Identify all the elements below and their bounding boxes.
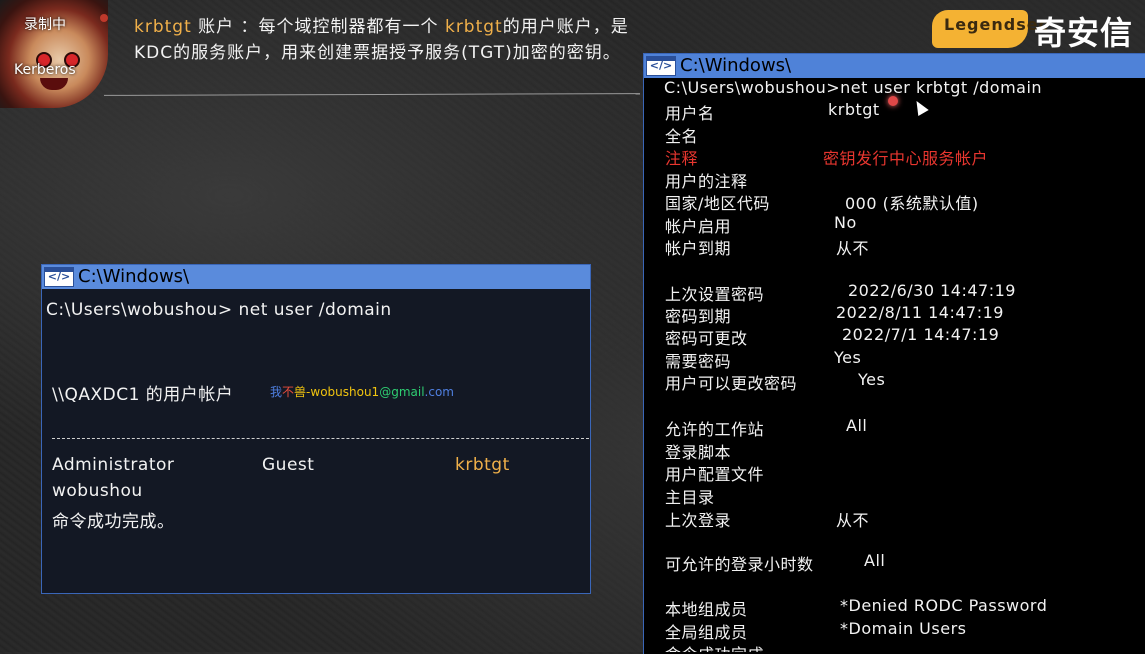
row-val: 密钥发行中心服务帐户 — [823, 149, 989, 168]
click-indicator-icon — [888, 96, 898, 106]
row-key: 帐户启用 — [665, 217, 732, 236]
row-key: 注释 — [665, 149, 699, 168]
row-key: 密码可更改 — [665, 329, 748, 348]
right-command: C:\Users\wobushou>net user krbtgt /domai… — [664, 78, 1043, 97]
email-part: @gmail — [379, 385, 425, 399]
row-key: 用户可以更改密码 — [665, 374, 798, 393]
row-key: 需要密码 — [665, 352, 732, 371]
row-val: 2022/8/11 14:47:19 — [836, 303, 1004, 322]
left-terminal-title: C:\Windows\ — [78, 266, 190, 287]
avatar-caption: Kerberos — [14, 62, 76, 78]
row-val: krbtgt — [828, 100, 880, 119]
row-val: Yes — [858, 370, 886, 389]
watermark-email: 我不兽-wobushou1@gmail.com — [270, 383, 454, 400]
intro-divider — [103, 93, 641, 96]
right-terminal-titlebar[interactable]: </> C:\Windows\ — [644, 54, 1145, 78]
account-guest: Guest — [262, 455, 315, 475]
logo-name: 奇安信 — [1034, 14, 1134, 52]
intro-text: krbtgt 账户 ：每个域控制器都有一个 krbtgt的用户账户，是 KDC的… — [134, 14, 634, 66]
intro-keyword-1: krbtgt — [134, 17, 192, 37]
email-part: 兽 — [294, 385, 307, 399]
account-wobushou: wobushou — [52, 481, 143, 501]
left-header: \\QAXDC1 的用户帐户 — [52, 385, 234, 405]
recording-dot-icon — [100, 14, 108, 22]
left-terminal-body — [42, 289, 590, 593]
intro-keyword-2: krbtgt — [444, 17, 503, 37]
code-icon: </> — [44, 267, 74, 287]
row-key: 密码到期 — [665, 307, 732, 326]
qianxin-logo: Legendsec 奇安信 — [930, 6, 1145, 52]
recording-indicator: 录制中 — [24, 17, 66, 33]
row-key: 用户名 — [665, 104, 715, 123]
row-key: 主目录 — [665, 488, 715, 507]
row-val: 2022/6/30 14:47:19 — [848, 281, 1016, 300]
row-key: 全局组成员 — [665, 623, 748, 642]
intro-part-2: 账户 ：每个域控制器都有一个 — [191, 17, 445, 37]
row-val: *Denied RODC Password — [840, 596, 1048, 615]
row-val: 从不 — [836, 239, 870, 258]
left-command: C:\Users\wobushou> net user /domain — [46, 300, 392, 320]
row-val: 从不 — [836, 511, 870, 530]
row-key: 本地组成员 — [665, 600, 748, 619]
row-key: 可允许的登录小时数 — [665, 555, 814, 574]
row-val: No — [834, 213, 857, 232]
email-part: 我 — [270, 385, 283, 399]
row-key: 允许的工作站 — [665, 420, 765, 439]
row-key: 用户的注释 — [665, 172, 748, 191]
row-val: 000 (系统默认值) — [845, 194, 979, 213]
row-key: 登录脚本 — [665, 443, 732, 462]
left-terminal-titlebar[interactable]: </> C:\Windows\ — [42, 265, 590, 289]
email-part: .com — [424, 385, 454, 399]
row-val: *Domain Users — [840, 619, 967, 638]
row-val: 2022/7/1 14:47:19 — [842, 325, 1000, 344]
row-key: 上次登录 — [665, 511, 732, 530]
row-key: 国家/地区代码 — [665, 194, 770, 213]
code-icon: </> — [646, 56, 676, 76]
separator-dashes — [52, 438, 589, 439]
row-key: 命令成功完成 — [665, 641, 764, 652]
row-key: 全名 — [665, 127, 699, 146]
account-krbtgt: krbtgt — [455, 455, 510, 475]
right-terminal-title: C:\Windows\ — [680, 55, 792, 76]
row-val: Yes — [834, 348, 862, 367]
row-val: All — [864, 551, 886, 570]
email-part: 不 — [282, 385, 295, 399]
row-key: 上次设置密码 — [665, 285, 765, 304]
email-part: -wobushou1 — [306, 385, 380, 399]
account-administrator: Administrator — [52, 455, 175, 475]
command-complete: 命令成功完成。 — [52, 512, 175, 532]
avatar-mouth — [40, 78, 68, 90]
row-key: 帐户到期 — [665, 239, 732, 258]
row-key: 用户配置文件 — [665, 465, 765, 484]
row-val: All — [846, 416, 868, 435]
